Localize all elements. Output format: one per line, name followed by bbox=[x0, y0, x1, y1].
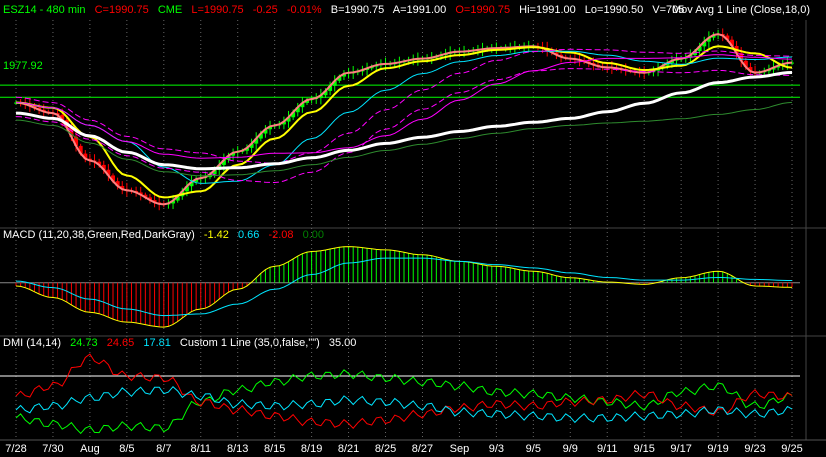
mov-avg-line bbox=[15, 45, 793, 199]
x-tick-label: 8/21 bbox=[338, 443, 359, 455]
x-tick-label: 8/13 bbox=[227, 443, 248, 455]
x-tick-label: 9/25 bbox=[781, 443, 802, 455]
x-tick-label: 8/19 bbox=[301, 443, 322, 455]
trading-chart[interactable]: 7/28 7/30 Aug 8/5 8/7 8/11 8/13 8/15 8/19 8/21 8/2… bbox=[0, 0, 826, 457]
x-tick-label: 7/30 bbox=[42, 443, 63, 455]
x-tick-label: Aug bbox=[80, 443, 100, 455]
x-tick-label: 9/9 bbox=[563, 443, 578, 455]
x-tick-label: 8/27 bbox=[412, 443, 433, 455]
mid-ma-line bbox=[15, 50, 793, 184]
x-tick-label: 8/25 bbox=[375, 443, 396, 455]
x-tick-label: 9/11 bbox=[597, 443, 618, 455]
x-tick-label: 8/15 bbox=[264, 443, 285, 455]
x-tick-label: 9/15 bbox=[633, 443, 654, 455]
x-tick-label: 9/17 bbox=[670, 443, 691, 455]
envelope-lower bbox=[15, 68, 792, 184]
adx-line bbox=[15, 385, 793, 424]
x-tick-label: 8/11 bbox=[190, 443, 211, 455]
x-tick-label: 8/5 bbox=[119, 443, 134, 455]
x-tick-label: 9/3 bbox=[489, 443, 504, 455]
x-tick-label: 9/23 bbox=[744, 443, 765, 455]
x-tick-label: Sep bbox=[450, 443, 470, 455]
slow-ma-line bbox=[15, 54, 792, 159]
x-tick-label: 9/5 bbox=[526, 443, 541, 455]
x-tick-label: 9/19 bbox=[707, 443, 728, 455]
long-ma-line bbox=[15, 71, 793, 171]
x-tick-label: 7/28 bbox=[5, 443, 26, 455]
x-tick-label: 8/7 bbox=[156, 443, 171, 455]
